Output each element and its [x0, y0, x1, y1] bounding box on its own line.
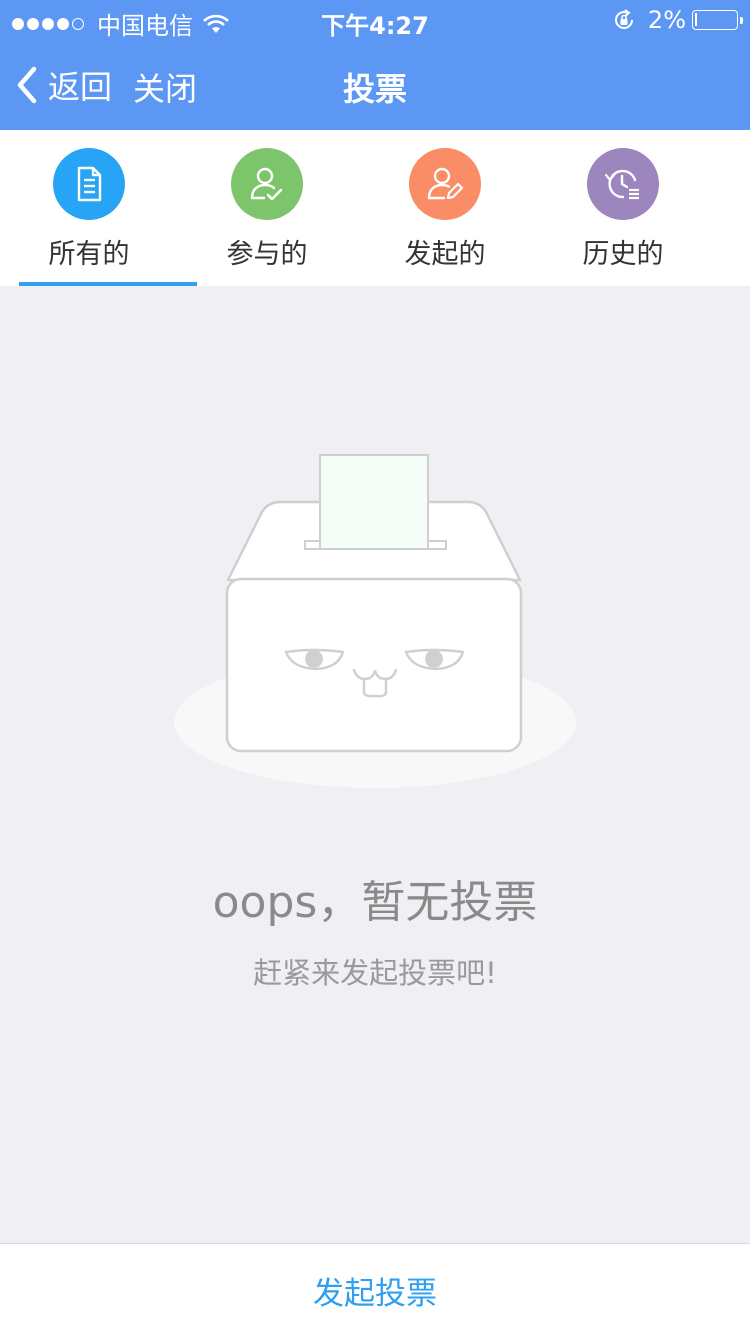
rotation-lock-icon: [614, 9, 633, 29]
tab-label: 历史的: [582, 239, 664, 270]
user-check-icon: [231, 148, 303, 220]
tab-label: 发起的: [404, 239, 486, 270]
tab-bar: 所有的 参与的 发起的 历史的: [0, 130, 750, 286]
tab-label: 所有的: [48, 239, 130, 270]
bottom-bar: 发起投票: [0, 1243, 750, 1334]
empty-state-title: oops，暂无投票: [212, 877, 538, 928]
header: 中国电信 下午4:27 2% 返回 关闭 投票: [0, 0, 750, 130]
page-title: 投票: [342, 70, 407, 108]
active-tab-indicator: [19, 282, 197, 286]
tab-history[interactable]: 历史的: [534, 130, 712, 286]
battery-icon: [692, 10, 743, 30]
document-icon: [53, 148, 125, 220]
nav-bar: 返回 关闭 投票: [0, 40, 750, 130]
tab-all[interactable]: 所有的: [0, 130, 178, 286]
status-right: 2%: [612, 6, 743, 34]
tab-participated[interactable]: 参与的: [178, 130, 356, 286]
battery-percent: 2%: [647, 6, 686, 34]
ballot-box-illustration: [174, 454, 576, 788]
history-icon: [587, 148, 659, 220]
user-edit-icon: [409, 148, 481, 220]
start-vote-button[interactable]: 发起投票: [0, 1268, 750, 1313]
empty-state-subtitle: 赶紧来发起投票吧!: [253, 956, 497, 990]
tab-label: 参与的: [226, 239, 308, 270]
status-bar: 中国电信 下午4:27 2%: [0, 0, 750, 40]
tab-initiated[interactable]: 发起的: [356, 130, 534, 286]
